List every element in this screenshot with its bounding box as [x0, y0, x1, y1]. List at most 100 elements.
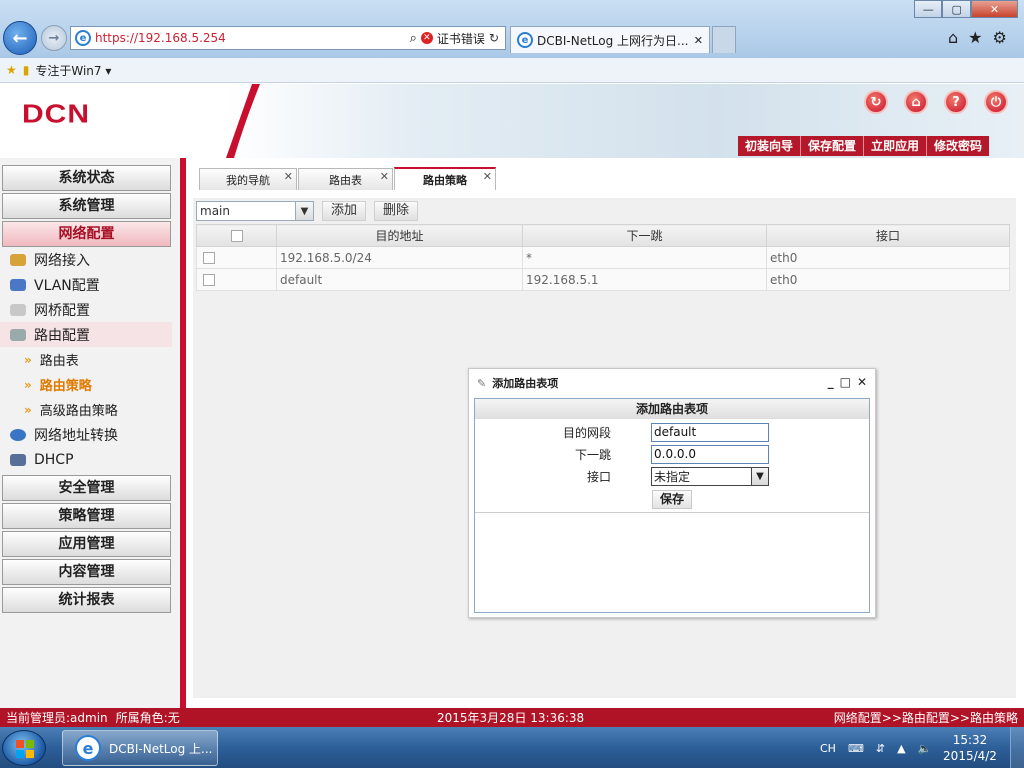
col-interface[interactable]: 接口 [766, 224, 1010, 247]
table-row[interactable]: 192.168.5.0/24 * eth0 [196, 246, 1010, 269]
browser-tab-active[interactable]: e DCBI-NetLog 上网行为日... ✕ [510, 26, 710, 53]
row-checkbox[interactable] [203, 252, 215, 264]
role-status: 所属角色:无 [115, 711, 180, 725]
keyboard-icon[interactable]: ⌨ [848, 742, 864, 755]
cert-error-label[interactable]: 证书错误 [437, 30, 485, 47]
col-next-hop[interactable]: 下一跳 [522, 224, 767, 247]
menu-route-policy[interactable]: » 路由策略 [24, 372, 92, 397]
sidebar-splitter[interactable] [180, 158, 186, 708]
chevron-down-icon[interactable]: ▼ [751, 467, 768, 485]
start-button[interactable] [2, 730, 46, 766]
add-button[interactable]: 添加 [322, 201, 367, 221]
refresh-circle-icon[interactable]: ↻ [864, 90, 888, 114]
save-config-button[interactable]: 保存配置 [800, 136, 863, 156]
menu-network-access[interactable]: 网络接入 [0, 247, 172, 272]
arrow-left-icon: ← [12, 27, 28, 49]
show-hidden-icon[interactable]: ▲ [897, 742, 905, 755]
favorites-star-icon[interactable]: ★ [968, 28, 982, 47]
setup-wizard-button[interactable]: 初装向导 [738, 136, 800, 156]
add-favorite-icon[interactable]: ★ [6, 63, 17, 77]
close-icon[interactable]: ✕ [284, 170, 293, 183]
network-icon[interactable]: ⇵ [876, 742, 885, 755]
clock[interactable]: 15:32 2015/4/2 [940, 732, 1000, 764]
logout-circle-icon[interactable]: ⏻ [984, 90, 1008, 114]
delete-button[interactable]: 删除 [374, 201, 419, 221]
next-hop-input[interactable]: 0.0.0.0 [651, 444, 769, 464]
home-circle-icon[interactable]: ⌂ [904, 90, 928, 114]
menu-vlan-config[interactable]: VLAN配置 [0, 272, 172, 297]
table-row[interactable]: default 192.168.5.1 eth0 [196, 268, 1010, 291]
dest-input[interactable]: default [651, 422, 769, 442]
home-icon[interactable]: ⌂ [948, 28, 958, 47]
cell-destination: default [276, 268, 523, 291]
menu-content[interactable]: 内容管理 [2, 559, 171, 585]
col-destination[interactable]: 目的地址 [276, 224, 523, 247]
close-window-button[interactable]: ✕ [970, 0, 1018, 18]
cert-error-icon: ✕ [420, 32, 433, 44]
new-tab-button[interactable] [712, 26, 736, 53]
menu-system-status[interactable]: 系统状态 [2, 165, 171, 191]
close-icon[interactable]: ✕ [483, 170, 492, 183]
tab-close-icon[interactable]: ✕ [694, 34, 703, 47]
menu-security[interactable]: 安全管理 [2, 475, 171, 501]
dialog-body: 添加路由表项 目的网段 default 下一跳 0.0.0.0 接口 未指定 ▼… [474, 398, 870, 613]
favorites-bar: ★ ▮ 专注于Win7 ▾ [0, 58, 1024, 83]
menu-dhcp[interactable]: DHCP [0, 447, 172, 472]
menu-system-management[interactable]: 系统管理 [2, 193, 171, 219]
menu-application[interactable]: 应用管理 [2, 531, 171, 557]
refresh-icon[interactable]: ↻ [489, 31, 499, 45]
dest-row: 目的网段 default [475, 421, 869, 443]
save-button[interactable]: 保存 [652, 490, 692, 509]
dialog-titlebar[interactable]: ✎ 添加路由表项 [469, 369, 875, 397]
menu-nat[interactable]: 网络地址转换 [0, 422, 172, 447]
tab-route-policy-label: 路由策略 [423, 173, 467, 187]
taskbar-ie-item[interactable]: e DCBI-NetLog 上... [62, 730, 218, 766]
forward-button[interactable]: → [41, 25, 67, 51]
apply-now-button[interactable]: 立即应用 [863, 136, 926, 156]
row-checkbox[interactable] [203, 274, 215, 286]
chevron-down-icon[interactable]: ▼ [295, 202, 313, 220]
address-bar[interactable]: e https://192.168.5.254 ⌕ ✕ 证书错误 ↻ [70, 26, 506, 50]
dialog-controls: _ □ ✕ [828, 375, 867, 389]
menu-policy[interactable]: 策略管理 [2, 503, 171, 529]
tab-my-nav[interactable]: 我的导航 ✕ [199, 168, 297, 190]
language-indicator[interactable]: CH [820, 742, 836, 755]
cell-interface: eth0 [766, 246, 1010, 269]
tab-route-table-label: 路由表 [329, 173, 362, 187]
back-button[interactable]: ← [3, 21, 37, 55]
dialog-title: 添加路由表项 [492, 377, 559, 390]
dialog-close-button[interactable]: ✕ [857, 375, 867, 389]
arrow-right-icon: » [24, 402, 32, 417]
interface-select[interactable]: 未指定 ▼ [651, 466, 769, 486]
menu-route-table[interactable]: » 路由表 [24, 347, 79, 372]
tab-my-nav-label: 我的导航 [226, 173, 270, 187]
menu-reports[interactable]: 统计报表 [2, 587, 171, 613]
route-policy-table: 目的地址 下一跳 接口 192.168.5.0/24 * eth0 defaul… [196, 224, 1010, 291]
favorites-folder[interactable]: 专注于Win7 ▾ [35, 62, 111, 79]
change-password-button[interactable]: 修改密码 [926, 136, 989, 156]
settings-gear-icon[interactable]: ⚙ [993, 28, 1007, 47]
network-access-icon [10, 253, 26, 266]
volume-icon[interactable]: 🔈 [918, 742, 932, 755]
window-controls: — ▢ ✕ [914, 0, 1018, 18]
dialog-minimize-button[interactable]: _ [828, 375, 834, 389]
tab-route-table[interactable]: 路由表 ✕ [298, 168, 393, 190]
system-tray: CH ⌨ ⇵ ▲ 🔈 [820, 730, 931, 766]
route-table-select[interactable]: main ▼ [196, 201, 314, 221]
close-icon[interactable]: ✕ [380, 170, 389, 183]
minimize-button[interactable]: — [914, 0, 943, 18]
address-url[interactable]: https://192.168.5.254 [91, 31, 341, 45]
dialog-maximize-button[interactable]: □ [840, 375, 851, 389]
select-all-checkbox[interactable] [230, 230, 243, 242]
menu-route-config[interactable]: 路由配置 [0, 322, 172, 347]
show-desktop-button[interactable] [1010, 727, 1024, 768]
cell-interface: eth0 [766, 268, 1010, 291]
help-circle-icon[interactable]: ? [944, 90, 968, 114]
tab-route-policy[interactable]: 路由策略 ✕ [394, 167, 496, 190]
search-icon[interactable]: ⌕ [410, 31, 417, 46]
menu-advanced-route-policy[interactable]: » 高级路由策略 [24, 397, 118, 422]
menu-network-config[interactable]: 网络配置 [2, 221, 171, 247]
dcn-logo: DCN [22, 100, 90, 129]
menu-bridge-config[interactable]: 网桥配置 [0, 297, 172, 322]
maximize-button[interactable]: ▢ [942, 0, 971, 18]
